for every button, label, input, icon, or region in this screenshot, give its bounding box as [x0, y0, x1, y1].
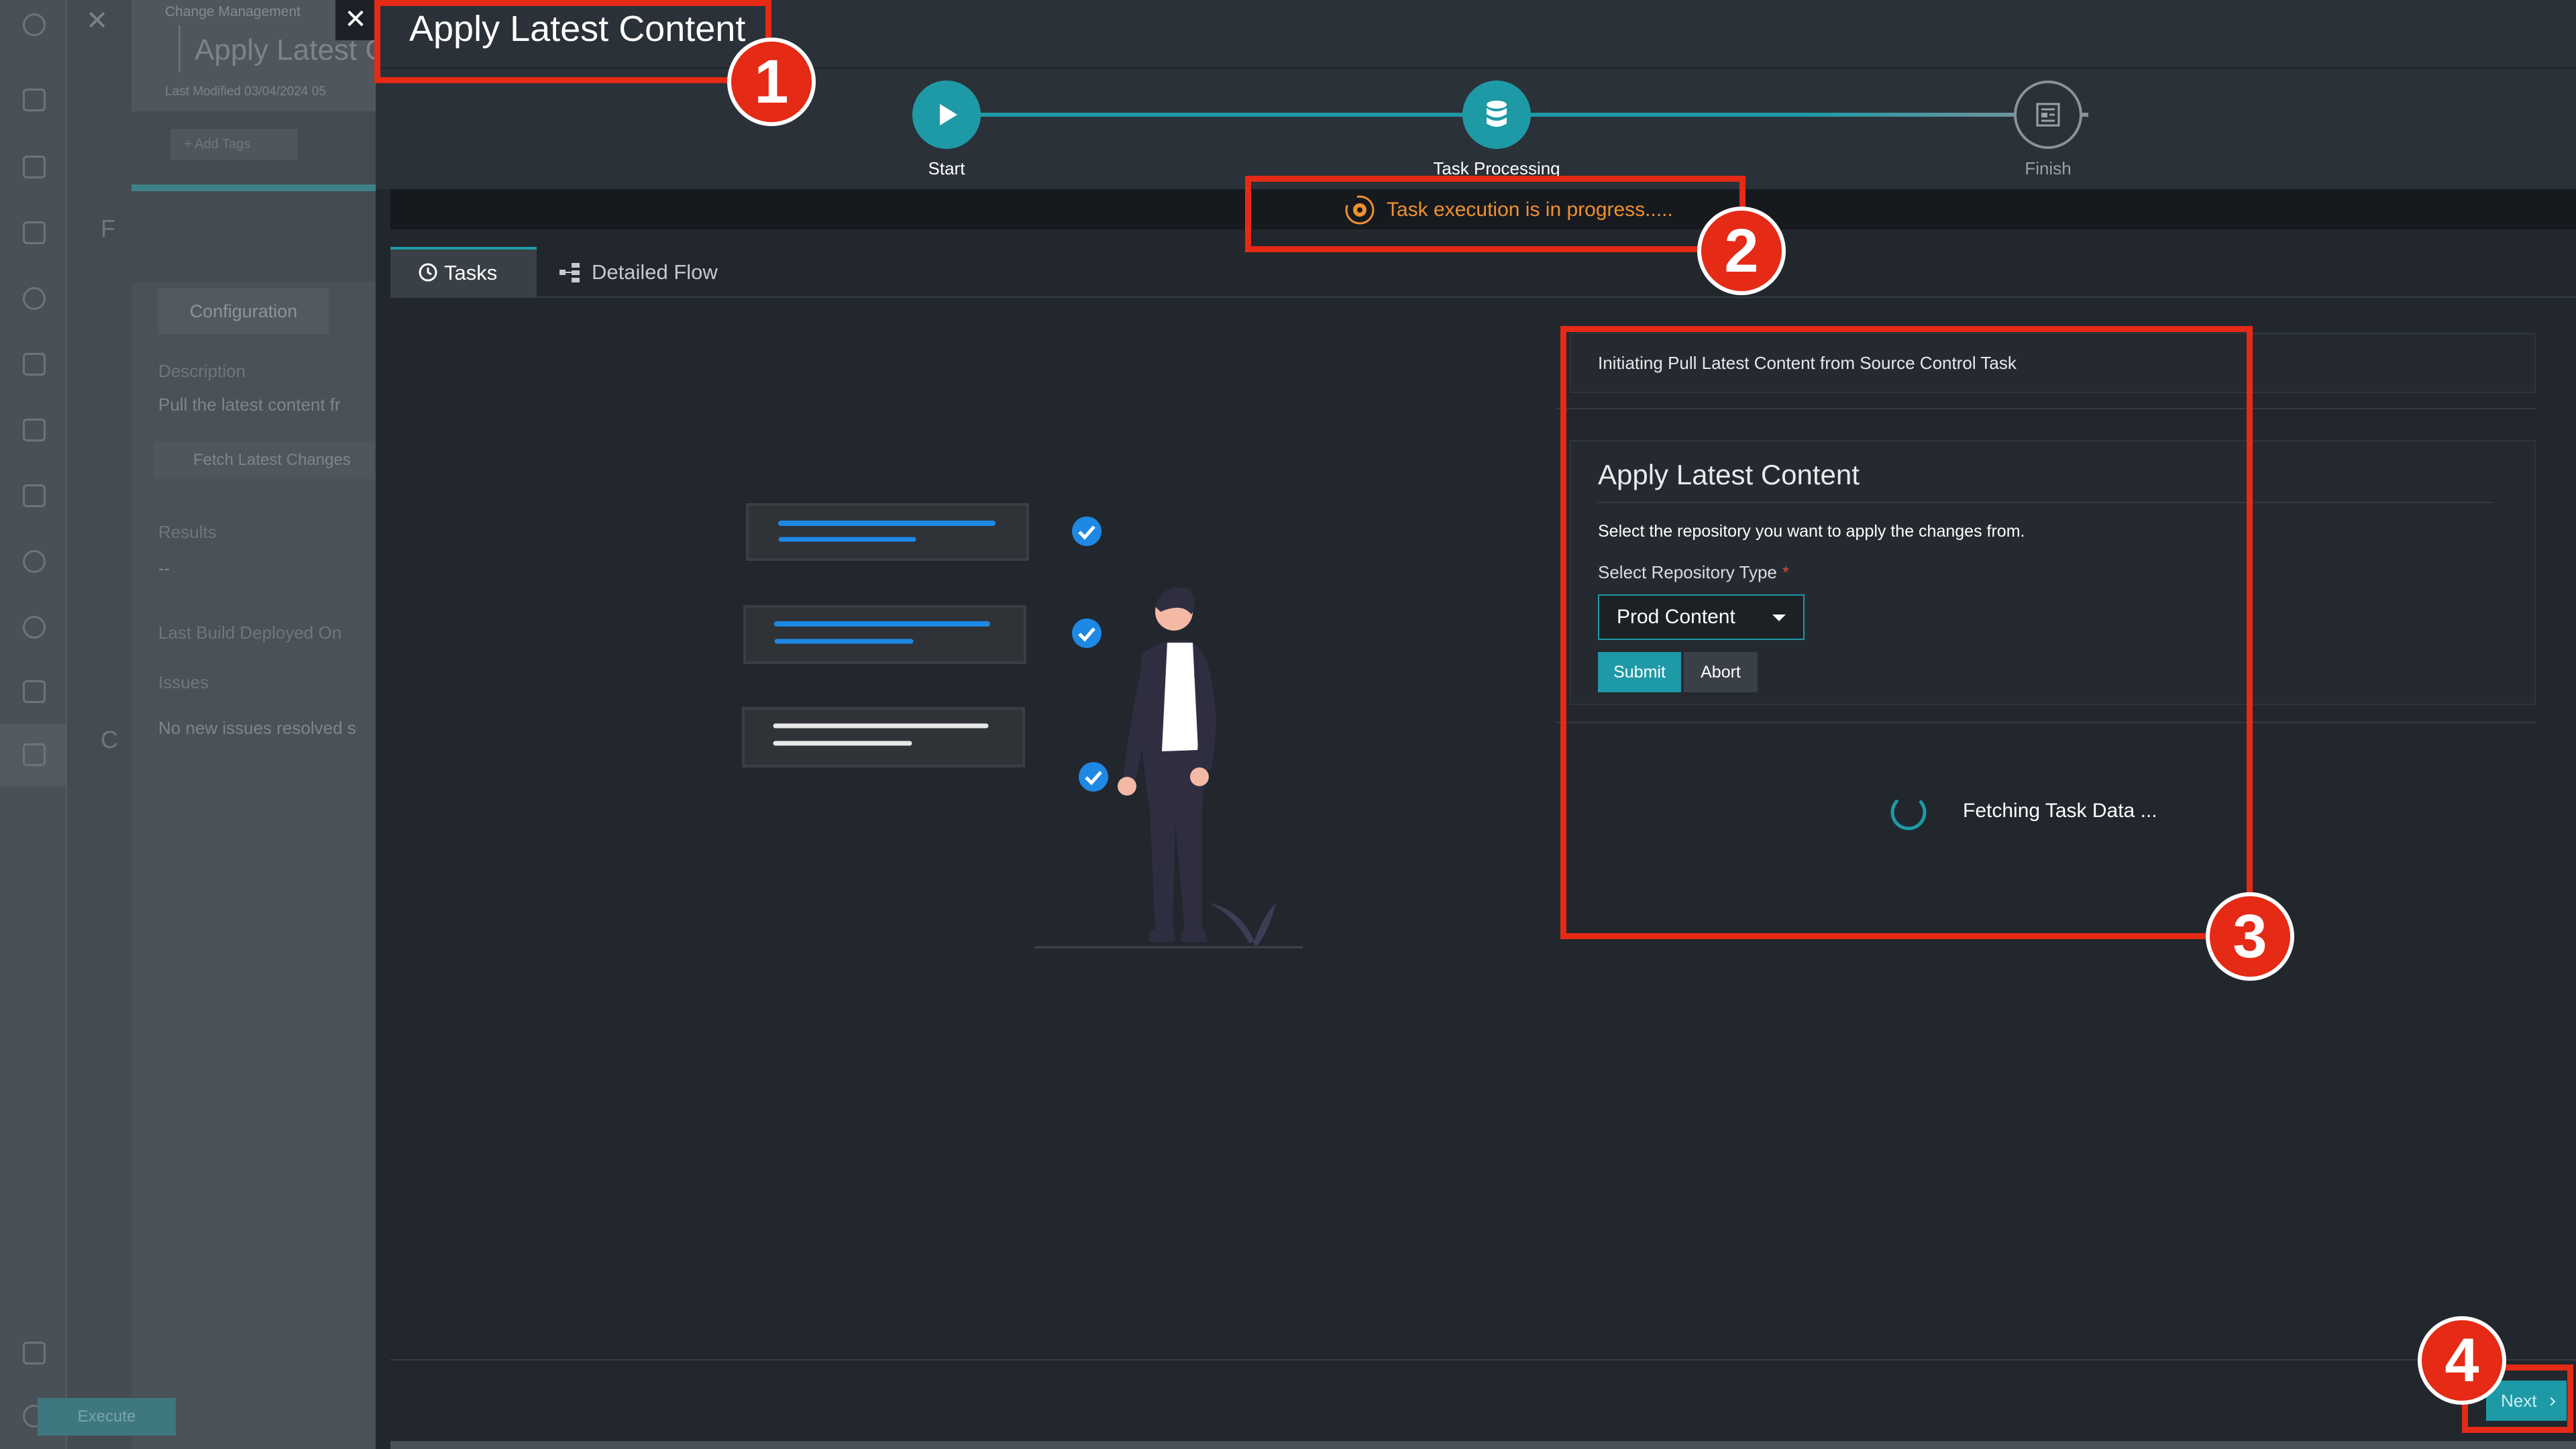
- clipboard-icon[interactable]: [23, 1342, 46, 1364]
- bg-config-panel: Configuration Description Pull the lates…: [131, 282, 376, 1449]
- step-finish-label: Finish: [2025, 158, 2072, 178]
- annotation-badge-3: 3: [2206, 892, 2294, 981]
- annotation-badge-1: 1: [727, 38, 816, 126]
- bg-close-icon[interactable]: ✕: [86, 5, 109, 36]
- step-finish: [2014, 80, 2082, 149]
- bg-fetch-latest-button[interactable]: Fetch Latest Changes: [153, 441, 374, 479]
- bolt-icon[interactable]: [23, 287, 46, 310]
- database-icon: [1487, 101, 1507, 127]
- change-management-icon: [23, 743, 46, 766]
- step-start: [912, 80, 981, 149]
- tab-tasks-label: Tasks: [444, 261, 498, 284]
- bg-partial-letter: F: [101, 215, 115, 242]
- annotation-box-2: [1245, 176, 1746, 252]
- bg-description-label: Description: [158, 361, 246, 381]
- tab-detailed-flow-label: Detailed Flow: [592, 260, 718, 284]
- bg-last-build-label: Last Build Deployed On: [158, 623, 342, 643]
- incidents-icon[interactable]: [23, 156, 46, 178]
- bg-description-text: Pull the latest content fr: [158, 394, 341, 415]
- step-connector-done: [944, 113, 1807, 117]
- progress-illustration: [742, 503, 1303, 949]
- shield-icon[interactable]: [23, 550, 46, 573]
- bg-last-modified: Last Modified 03/04/2024 05: [165, 85, 326, 99]
- shuffle-icon[interactable]: [23, 221, 46, 244]
- settings-icon[interactable]: [23, 616, 46, 639]
- apps-icon[interactable]: [23, 484, 46, 507]
- bg-add-tags[interactable]: + Add Tags: [170, 129, 298, 160]
- annotation-box-3: [1560, 326, 2253, 939]
- bg-divider-line: [178, 25, 180, 72]
- horizontal-scrollbar[interactable]: [390, 1441, 2576, 1449]
- bg-partial-letter-2: C: [101, 726, 118, 753]
- left-nav-rail: [0, 0, 67, 1449]
- bg-results-value: --: [158, 558, 170, 578]
- flow-icon: [559, 263, 580, 282]
- rail-active-item[interactable]: [0, 724, 67, 786]
- modal-close-icon[interactable]: ✕: [335, 0, 376, 40]
- users-icon[interactable]: [23, 680, 46, 703]
- footer-divider: [390, 1359, 2576, 1360]
- bg-issues-text: No new issues resolved s: [158, 718, 356, 738]
- briefcase-icon[interactable]: [23, 353, 46, 376]
- dashboard-icon[interactable]: [23, 89, 46, 111]
- play-icon: [940, 104, 957, 125]
- bg-tab-configuration[interactable]: Configuration: [158, 288, 329, 334]
- step-start-label: Start: [928, 158, 965, 178]
- report-icon: [2036, 103, 2060, 127]
- annotation-box-1: [374, 0, 771, 83]
- bg-accent-divider: [131, 184, 376, 191]
- step-task-processing: [1462, 80, 1531, 149]
- tab-detailed-flow[interactable]: Detailed Flow: [538, 247, 759, 298]
- wizard-steps: Start Task Processing Finish: [376, 68, 2576, 189]
- history-icon: [419, 263, 437, 282]
- bg-breadcrumb: Change Management: [165, 4, 301, 19]
- annotation-badge-2: 2: [1697, 207, 1786, 295]
- bg-issues-label: Issues: [158, 672, 209, 692]
- bg-execute-button[interactable]: Execute: [38, 1398, 176, 1436]
- background-app: ✕ F C Change Management Apply Latest C L…: [0, 0, 386, 1449]
- analytics-icon[interactable]: [23, 419, 46, 441]
- bg-results-label: Results: [158, 522, 217, 542]
- modal-tabs: Tasks Detailed Flow: [390, 247, 2576, 298]
- annotation-badge-4: 4: [2418, 1316, 2506, 1405]
- tab-tasks[interactable]: Tasks: [390, 247, 537, 298]
- logo-icon: [23, 13, 46, 36]
